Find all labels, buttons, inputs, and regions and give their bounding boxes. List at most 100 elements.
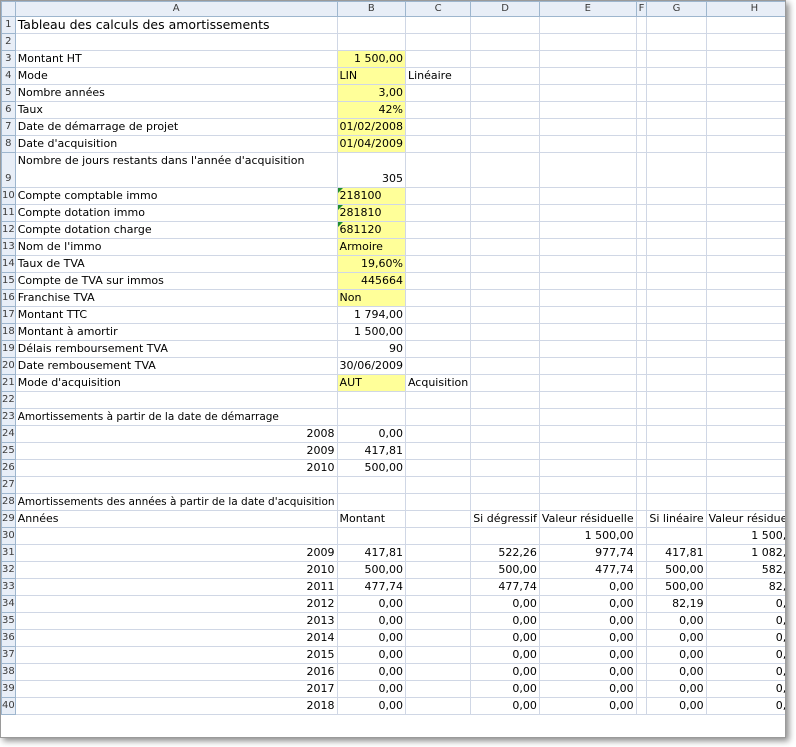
cell-A30[interactable] [14,527,338,545]
cell-F25[interactable] [635,442,648,460]
cell-B29[interactable]: Montant [336,510,406,528]
row-header-9[interactable]: 9 [1,152,16,188]
cell-H6[interactable] [705,101,785,119]
cell-F35[interactable] [635,612,648,630]
cell-E29[interactable]: Valeur résiduelle [538,510,637,528]
cell-A38[interactable]: 2016 [14,663,338,681]
cell-B37[interactable]: 0,00 [336,646,406,664]
cell-G2[interactable] [646,33,707,51]
cell-F32[interactable] [635,561,648,579]
cell-F27[interactable] [635,476,648,494]
cell-H26[interactable] [705,459,785,477]
cell-D8[interactable] [470,135,540,153]
cell-A12[interactable]: Compte dotation charge [14,221,338,239]
cell-A14[interactable]: Taux de TVA [14,255,338,273]
cell-C6[interactable] [404,101,472,119]
cell-D1[interactable] [470,16,540,34]
cell-F26[interactable] [635,459,648,477]
cell-B20[interactable]: 30/06/2009 [336,357,406,375]
cell-B7[interactable]: 01/02/2008 [336,118,406,136]
cell-F19[interactable] [635,340,648,358]
cell-B23[interactable] [336,408,406,426]
cell-E1[interactable] [538,16,637,34]
cell-F14[interactable] [635,255,648,273]
cell-E4[interactable] [538,67,637,85]
cell-B18[interactable]: 1 500,00 [336,323,406,341]
cell-E27[interactable] [538,476,637,494]
row-header-22[interactable]: 22 [1,391,16,409]
column-header-E[interactable]: E [538,1,637,17]
cell-H2[interactable] [705,33,785,51]
row-header-19[interactable]: 19 [1,340,16,358]
cell-E9[interactable] [538,152,637,188]
cell-B30[interactable] [336,527,406,545]
cell-D38[interactable]: 0,00 [470,663,540,681]
cell-F36[interactable] [635,629,648,647]
cell-H33[interactable]: 82,19 [705,578,785,596]
cell-D4[interactable] [470,67,540,85]
cell-D27[interactable] [470,476,540,494]
row-header-27[interactable]: 27 [1,476,16,494]
cell-A8[interactable]: Date d'acquisition [14,135,338,153]
cell-E13[interactable] [538,238,637,256]
cell-H1[interactable] [705,16,785,34]
cell-A36[interactable]: 2014 [14,629,338,647]
cell-B12[interactable]: 681120 [336,221,406,239]
cell-D29[interactable]: Si dégressif [470,510,540,528]
cell-C37[interactable] [404,646,472,664]
cell-G36[interactable]: 0,00 [646,629,707,647]
cell-E3[interactable] [538,50,637,68]
column-header-C[interactable]: C [404,1,472,17]
cell-D12[interactable] [470,221,540,239]
cell-H27[interactable] [705,476,785,494]
cell-D17[interactable] [470,306,540,324]
cell-C19[interactable] [404,340,472,358]
cell-H36[interactable]: 0,00 [705,629,785,647]
cell-E22[interactable] [538,391,637,409]
cell-G33[interactable]: 500,00 [646,578,707,596]
cell-G38[interactable]: 0,00 [646,663,707,681]
cell-D23[interactable] [470,408,540,426]
cell-H3[interactable] [705,50,785,68]
cell-B35[interactable]: 0,00 [336,612,406,630]
cell-B21[interactable]: AUT [336,374,406,392]
cell-B10[interactable]: 218100 [336,187,406,205]
row-header-39[interactable]: 39 [1,680,16,698]
cell-E30[interactable]: 1 500,00 [538,527,637,545]
cell-F28[interactable] [635,493,648,511]
row-header-31[interactable]: 31 [1,544,16,562]
cell-F2[interactable] [635,33,648,51]
cell-D11[interactable] [470,204,540,222]
cell-A16[interactable]: Franchise TVA [14,289,338,307]
row-header-37[interactable]: 37 [1,646,16,664]
cell-F13[interactable] [635,238,648,256]
cell-H9[interactable] [705,152,785,188]
cell-F24[interactable] [635,425,648,443]
cell-E38[interactable]: 0,00 [538,663,637,681]
cell-D26[interactable] [470,459,540,477]
cell-C39[interactable] [404,680,472,698]
cell-H13[interactable] [705,238,785,256]
cell-F9[interactable] [635,152,648,188]
cell-C14[interactable] [404,255,472,273]
cell-G29[interactable]: Si linéaire [646,510,707,528]
cell-G15[interactable] [646,272,707,290]
cell-E33[interactable]: 0,00 [538,578,637,596]
cell-H17[interactable] [705,306,785,324]
row-header-40[interactable]: 40 [1,697,16,715]
cell-E24[interactable] [538,425,637,443]
cell-G17[interactable] [646,306,707,324]
row-header-7[interactable]: 7 [1,118,16,136]
cell-A24[interactable]: 2008 [14,425,338,443]
cell-H35[interactable]: 0,00 [705,612,785,630]
cell-F7[interactable] [635,118,648,136]
cell-E40[interactable]: 0,00 [538,697,637,715]
cell-H16[interactable] [705,289,785,307]
cell-D31[interactable]: 522,26 [470,544,540,562]
cell-H18[interactable] [705,323,785,341]
cell-C3[interactable] [404,50,472,68]
cell-A11[interactable]: Compte dotation immo [14,204,338,222]
cell-A18[interactable]: Montant à amortir [14,323,338,341]
cell-C15[interactable] [404,272,472,290]
cell-E28[interactable] [538,493,637,511]
